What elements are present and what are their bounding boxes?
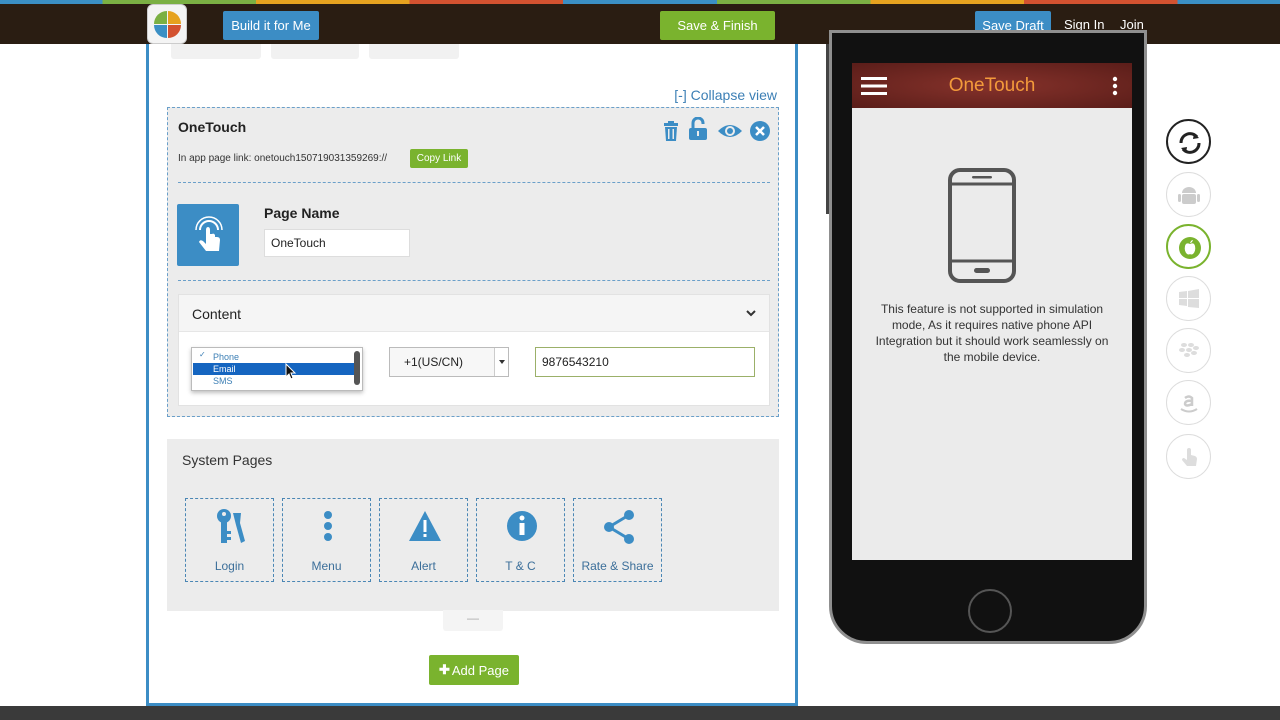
save-and-finish-button[interactable]: Save & Finish [660,11,775,40]
chevron-down-icon[interactable] [745,307,757,319]
content-section-header[interactable]: Content [179,295,769,332]
android-icon [1178,187,1200,204]
system-page-login[interactable]: Login [185,498,274,582]
menu-dots-icon [324,511,332,541]
ios-platform-button-active[interactable] [1166,224,1211,269]
add-page-label: Add Page [451,662,509,678]
logo-quadrant [154,25,167,38]
home-button [968,589,1012,633]
system-page-label: Menu [311,559,342,573]
touch-hand-icon [195,216,223,251]
page-type-icon [177,204,239,266]
logo-quadrant [154,11,167,24]
system-page-label: Alert [411,559,436,573]
touch-platform-button[interactable] [1166,434,1211,479]
touch-icon [1182,448,1197,466]
plus-icon: ✚ [438,662,450,677]
system-page-label: T & C [505,559,536,573]
trash-icon[interactable] [660,120,682,142]
content-section: Content ✓ Phone Email SMS +1(US/CN) 9876… [178,294,770,406]
contact-type-dropdown[interactable]: ✓ Phone Email SMS [191,347,363,391]
dashed-divider [178,280,770,281]
build-it-for-me-button[interactable]: Build it for Me [223,11,319,40]
mouse-cursor-icon [285,363,297,380]
drag-handle[interactable]: — [443,610,503,631]
system-page-label: Rate & Share [581,559,654,573]
phone-screen: OneTouch This feature is not supported i… [852,63,1132,560]
amazon-icon [1180,395,1198,413]
logo-quadrant [168,11,181,24]
unlock-icon[interactable] [687,116,709,140]
mobile-device-icon [948,168,1016,283]
system-page-rate-share[interactable]: Rate & Share [573,498,662,582]
warning-icon [409,511,441,541]
system-pages-title: System Pages [182,452,273,468]
refresh-preview-button[interactable] [1166,119,1211,164]
page-name-label: Page Name [264,205,340,221]
refresh-icon [1179,132,1201,154]
keys-icon [217,509,245,543]
amazon-platform-button[interactable] [1166,380,1211,425]
screen-bottom-edge [0,706,1280,720]
app-logo[interactable] [147,4,187,44]
app-header-bar: OneTouch [852,63,1132,108]
content-section-title: Content [192,306,242,322]
info-icon [507,511,537,541]
system-pages-section: System Pages Login Menu Alert T & C Rate… [167,439,779,611]
contact-type-option[interactable]: SMS [193,375,355,387]
country-code-select[interactable]: +1(US/CN) [389,347,509,377]
windows-icon [1179,289,1199,308]
page-card-title: OneTouch [178,119,247,135]
system-page-alert[interactable]: Alert [379,498,468,582]
simulation-message: This feature is not supported in simulat… [875,302,1109,364]
dashed-divider [178,182,770,183]
android-platform-button[interactable] [1166,172,1211,217]
blackberry-icon [1179,343,1199,357]
apple-icon [1179,237,1201,259]
in-app-page-link: In app page link: onetouch15071903135926… [178,153,388,164]
system-page-label: Login [214,559,245,573]
ghost-tab [171,44,261,59]
system-page-menu[interactable]: Menu [282,498,371,582]
collapse-view-link[interactable]: [-] Collapse view [674,87,777,103]
system-page-terms[interactable]: T & C [476,498,565,582]
page-card: OneTouch In app page link: onetouch15071… [167,107,779,417]
contact-type-option[interactable]: Phone [193,351,355,363]
copy-link-button[interactable]: Copy Link [410,149,468,168]
ghost-tab [369,44,459,59]
page-editor-panel: [-] Collapse view OneTouch In app page l… [146,44,798,706]
more-options-icon[interactable] [1112,76,1118,96]
page-name-input[interactable]: OneTouch [264,229,410,257]
add-page-button[interactable]: ✚ Add Page [429,655,519,685]
select-arrow-icon[interactable] [494,348,508,376]
close-icon[interactable] [749,120,771,142]
blackberry-platform-button[interactable] [1166,328,1211,373]
windows-platform-button[interactable] [1166,276,1211,321]
contact-type-option-highlighted[interactable]: Email [193,363,355,375]
eye-icon[interactable] [717,120,742,142]
phone-preview: OneTouch This feature is not supported i… [829,30,1147,644]
app-title: OneTouch [948,75,1036,96]
country-code-value: +1(US/CN) [404,355,464,369]
logo-quadrant [168,25,181,38]
share-icon [604,510,634,544]
dropdown-scrollbar[interactable] [354,351,360,385]
ghost-tab [271,44,359,59]
phone-number-input[interactable]: 9876543210 [535,347,755,377]
